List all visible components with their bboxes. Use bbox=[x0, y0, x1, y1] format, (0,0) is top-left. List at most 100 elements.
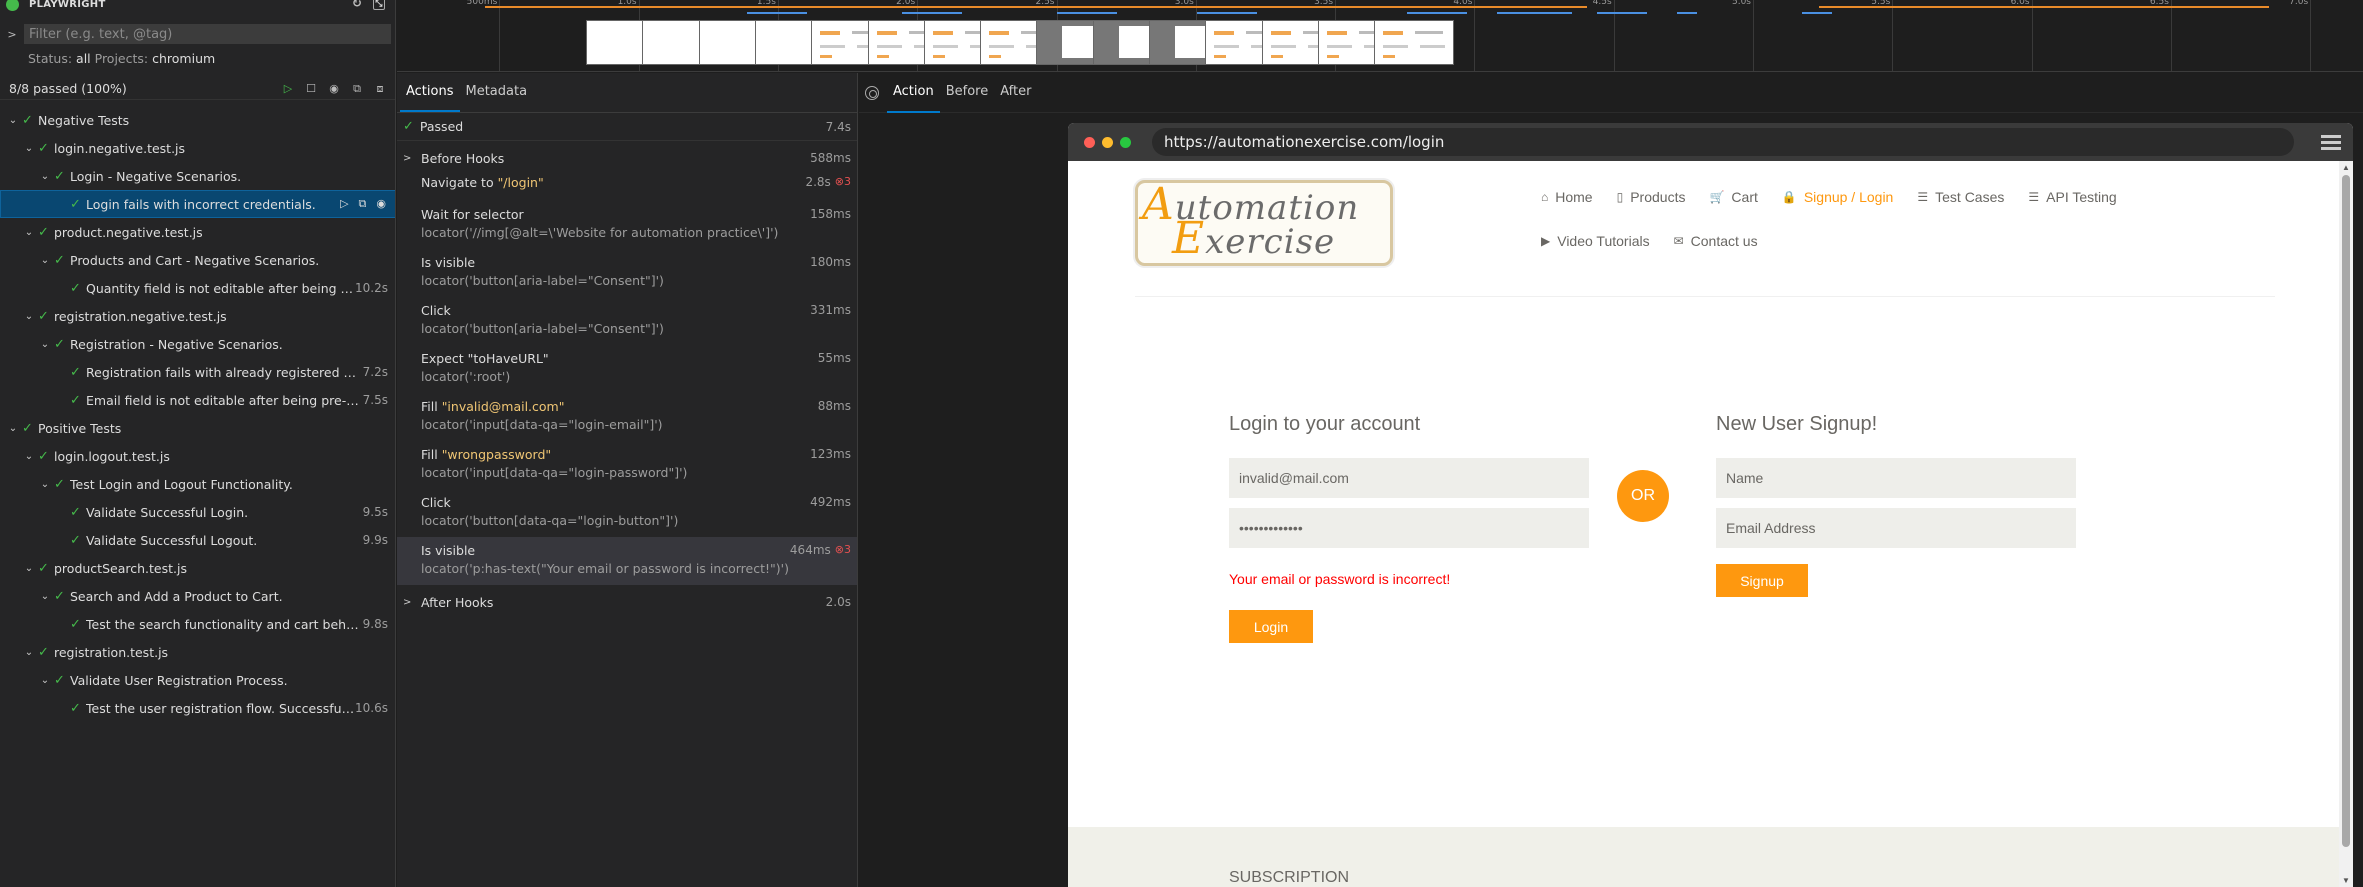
chevron-down-icon[interactable]: ⌄ bbox=[38, 339, 52, 350]
projects-value[interactable]: chromium bbox=[152, 51, 215, 66]
tree-item[interactable]: ⌄ ✓ login.negative.test.js bbox=[0, 134, 395, 162]
run-all-icon[interactable]: ▷ bbox=[281, 82, 295, 96]
tree-item[interactable]: ✓ Registration fails with already registe… bbox=[0, 358, 395, 386]
chevron-down-icon[interactable]: ⌄ bbox=[38, 255, 52, 266]
action-item[interactable]: Fill "wrongpassword" 123ms locator('input[… bbox=[397, 441, 857, 489]
chevron-right-icon[interactable]: > bbox=[403, 597, 421, 608]
action-item[interactable]: Click 492ms locator('button[data-qa="login… bbox=[397, 489, 857, 537]
scroll-up-icon[interactable]: ▲ bbox=[2342, 163, 2350, 172]
filter-input[interactable] bbox=[24, 24, 391, 44]
tab-metadata[interactable]: Metadata bbox=[460, 73, 534, 112]
tree-item[interactable]: ⌄ ✓ productSearch.test.js bbox=[0, 554, 395, 582]
chevron-down-icon[interactable]: ⌄ bbox=[38, 591, 52, 602]
timeline-action-bar[interactable] bbox=[1597, 12, 1647, 14]
stop-icon[interactable]: ☐ bbox=[304, 82, 318, 96]
tab-action[interactable]: Action bbox=[887, 73, 940, 113]
nav-link[interactable]: ▶ Video Tutorials bbox=[1541, 233, 1650, 249]
tree-item[interactable]: ⌄ ✓ Products and Cart - Negative Scenarios… bbox=[0, 246, 395, 274]
run-test-icon[interactable]: ▷ bbox=[340, 197, 348, 211]
signup-button[interactable]: Signup bbox=[1716, 564, 1808, 597]
collapse-all-icon[interactable]: ⧉ bbox=[350, 82, 364, 96]
chevron-down-icon[interactable]: ⌄ bbox=[22, 143, 36, 154]
action-item[interactable]: Click 331ms locator('button[aria-label="Co… bbox=[397, 297, 857, 345]
nav-link[interactable]: ▯ Products bbox=[1617, 189, 1686, 205]
tree-item[interactable]: ⌄ ✓ Search and Add a Product to Cart. bbox=[0, 582, 395, 610]
tree-item[interactable]: ⌄ ✓ product.negative.test.js bbox=[0, 218, 395, 246]
action-item[interactable]: Fill "invalid@mail.com" 88ms locator('inpu… bbox=[397, 393, 857, 441]
timeline[interactable]: 500ms 1.0s 1.5s 2.0s 2.5s 3.0s 3.5s 4.0s 4.5s 5.0… bbox=[397, 0, 2363, 72]
toggle-view-icon[interactable]: ⤡ bbox=[373, 0, 385, 10]
scroll-thumb[interactable] bbox=[2342, 175, 2350, 847]
nav-link[interactable]: 🔒 Signup / Login bbox=[1782, 189, 1893, 205]
watch-test-icon[interactable]: ◉ bbox=[376, 197, 386, 211]
expand-all-icon[interactable]: ⧈ bbox=[373, 82, 387, 96]
tree-item[interactable]: ✓ Validate Successful Logout. 9.9s bbox=[0, 526, 395, 554]
tree-item[interactable]: ⌄ ✓ registration.negative.test.js bbox=[0, 302, 395, 330]
watch-icon[interactable]: ◉ bbox=[327, 82, 341, 96]
tree-item[interactable]: ⌄ ✓ Positive Tests bbox=[0, 414, 395, 442]
hooks-group[interactable]: > Before Hooks 588ms bbox=[397, 141, 857, 169]
reload-icon[interactable]: ↻ bbox=[351, 0, 363, 10]
login-email-field[interactable] bbox=[1229, 458, 1589, 498]
signup-name-field[interactable] bbox=[1716, 458, 2076, 498]
scroll-down-icon[interactable]: ▼ bbox=[2342, 876, 2350, 885]
chevron-right-icon[interactable]: > bbox=[0, 28, 24, 41]
tree-item[interactable]: ⌄ ✓ Registration - Negative Scenarios. bbox=[0, 330, 395, 358]
timeline-action-bar[interactable] bbox=[902, 12, 962, 14]
tree-item[interactable]: ✓ Email field is not editable after being… bbox=[0, 386, 395, 414]
nav-link[interactable]: ✉ Contact us bbox=[1674, 233, 1758, 249]
chevron-down-icon[interactable]: ⌄ bbox=[38, 171, 52, 182]
tree-item[interactable]: ⌄ ✓ Test Login and Logout Functionality. bbox=[0, 470, 395, 498]
action-item[interactable]: Wait for selector 158ms locator('//img[@al… bbox=[397, 201, 857, 249]
chevron-down-icon[interactable]: ⌄ bbox=[22, 647, 36, 658]
site-logo[interactable]: Automation Exercise bbox=[1135, 179, 1393, 266]
login-button[interactable]: Login bbox=[1229, 610, 1313, 643]
timeline-action-bar[interactable] bbox=[1677, 12, 1697, 14]
tree-item[interactable]: ⌄ ✓ Negative Tests bbox=[0, 106, 395, 134]
tree-item[interactable]: ✓ Login fails with incorrect credentials.… bbox=[0, 190, 395, 218]
login-password-field[interactable] bbox=[1229, 508, 1589, 548]
nav-link[interactable]: ☰ Test Cases bbox=[1917, 189, 2004, 205]
timeline-action-bar[interactable] bbox=[1197, 12, 1257, 14]
timeline-action-bar[interactable] bbox=[1802, 12, 1832, 14]
tree-item[interactable]: ⌄ ✓ registration.test.js bbox=[0, 638, 395, 666]
tree-item[interactable]: ⌄ ✓ Login - Negative Scenarios. bbox=[0, 162, 395, 190]
chevron-down-icon[interactable]: ⌄ bbox=[6, 423, 20, 434]
tree-item[interactable]: ⌄ ✓ login.logout.test.js bbox=[0, 442, 395, 470]
chevron-down-icon[interactable]: ⌄ bbox=[22, 311, 36, 322]
status-value[interactable]: all bbox=[76, 51, 91, 66]
tree-item[interactable]: ✓ Test the search functionality and cart … bbox=[0, 610, 395, 638]
filmstrip-frame[interactable] bbox=[1374, 20, 1455, 65]
chevron-down-icon[interactable]: ⌄ bbox=[6, 115, 20, 126]
timeline-action-bar[interactable] bbox=[747, 12, 807, 14]
timeline-action-bar[interactable] bbox=[1407, 12, 1467, 14]
page-scrollbar[interactable]: ▲ ▼ bbox=[2339, 161, 2353, 887]
signup-email-field[interactable] bbox=[1716, 508, 2076, 548]
tree-item[interactable]: ⌄ ✓ Validate User Registration Process. bbox=[0, 666, 395, 694]
chevron-down-icon[interactable]: ⌄ bbox=[38, 675, 52, 686]
nav-link[interactable]: ⌂ Home bbox=[1541, 189, 1593, 205]
hooks-group[interactable]: > After Hooks 2.0s bbox=[397, 585, 857, 613]
tree-item[interactable]: ✓ Quantity field is not editable after be… bbox=[0, 274, 395, 302]
tree-item[interactable]: ✓ Validate Successful Login. 9.5s bbox=[0, 498, 395, 526]
timeline-action-bar[interactable] bbox=[1819, 6, 2269, 8]
chevron-down-icon[interactable]: ⌄ bbox=[22, 451, 36, 462]
action-item[interactable]: Is visible 180ms locator('button[aria-labe… bbox=[397, 249, 857, 297]
timeline-action-bar[interactable] bbox=[1087, 6, 1587, 8]
tab-before[interactable]: Before bbox=[940, 73, 995, 113]
timeline-action-bar[interactable] bbox=[1497, 12, 1572, 14]
pick-locator-icon[interactable] bbox=[865, 85, 879, 100]
timeline-action-bar[interactable] bbox=[1057, 12, 1117, 14]
nav-link[interactable]: 🛒 Cart bbox=[1709, 189, 1757, 205]
nav-link[interactable]: ☰ API Testing bbox=[2028, 189, 2116, 205]
open-source-icon[interactable]: ⧉ bbox=[359, 197, 367, 211]
action-item[interactable]: Navigate to "/login" 2.8s ⊗3 bbox=[397, 169, 857, 201]
tree-item[interactable]: ✓ Test the user registration flow. Succes… bbox=[0, 694, 395, 722]
tab-actions[interactable]: Actions bbox=[400, 73, 460, 112]
chevron-down-icon[interactable]: ⌄ bbox=[38, 479, 52, 490]
chevron-down-icon[interactable]: ⌄ bbox=[22, 227, 36, 238]
tab-after[interactable]: After bbox=[994, 73, 1037, 113]
action-item[interactable]: Is visible 464ms ⊗3 locator('p:has-text("Yo… bbox=[397, 537, 857, 585]
action-item[interactable]: Expect "toHaveURL" 55ms locator(':root') bbox=[397, 345, 857, 393]
chevron-right-icon[interactable]: > bbox=[403, 153, 421, 164]
